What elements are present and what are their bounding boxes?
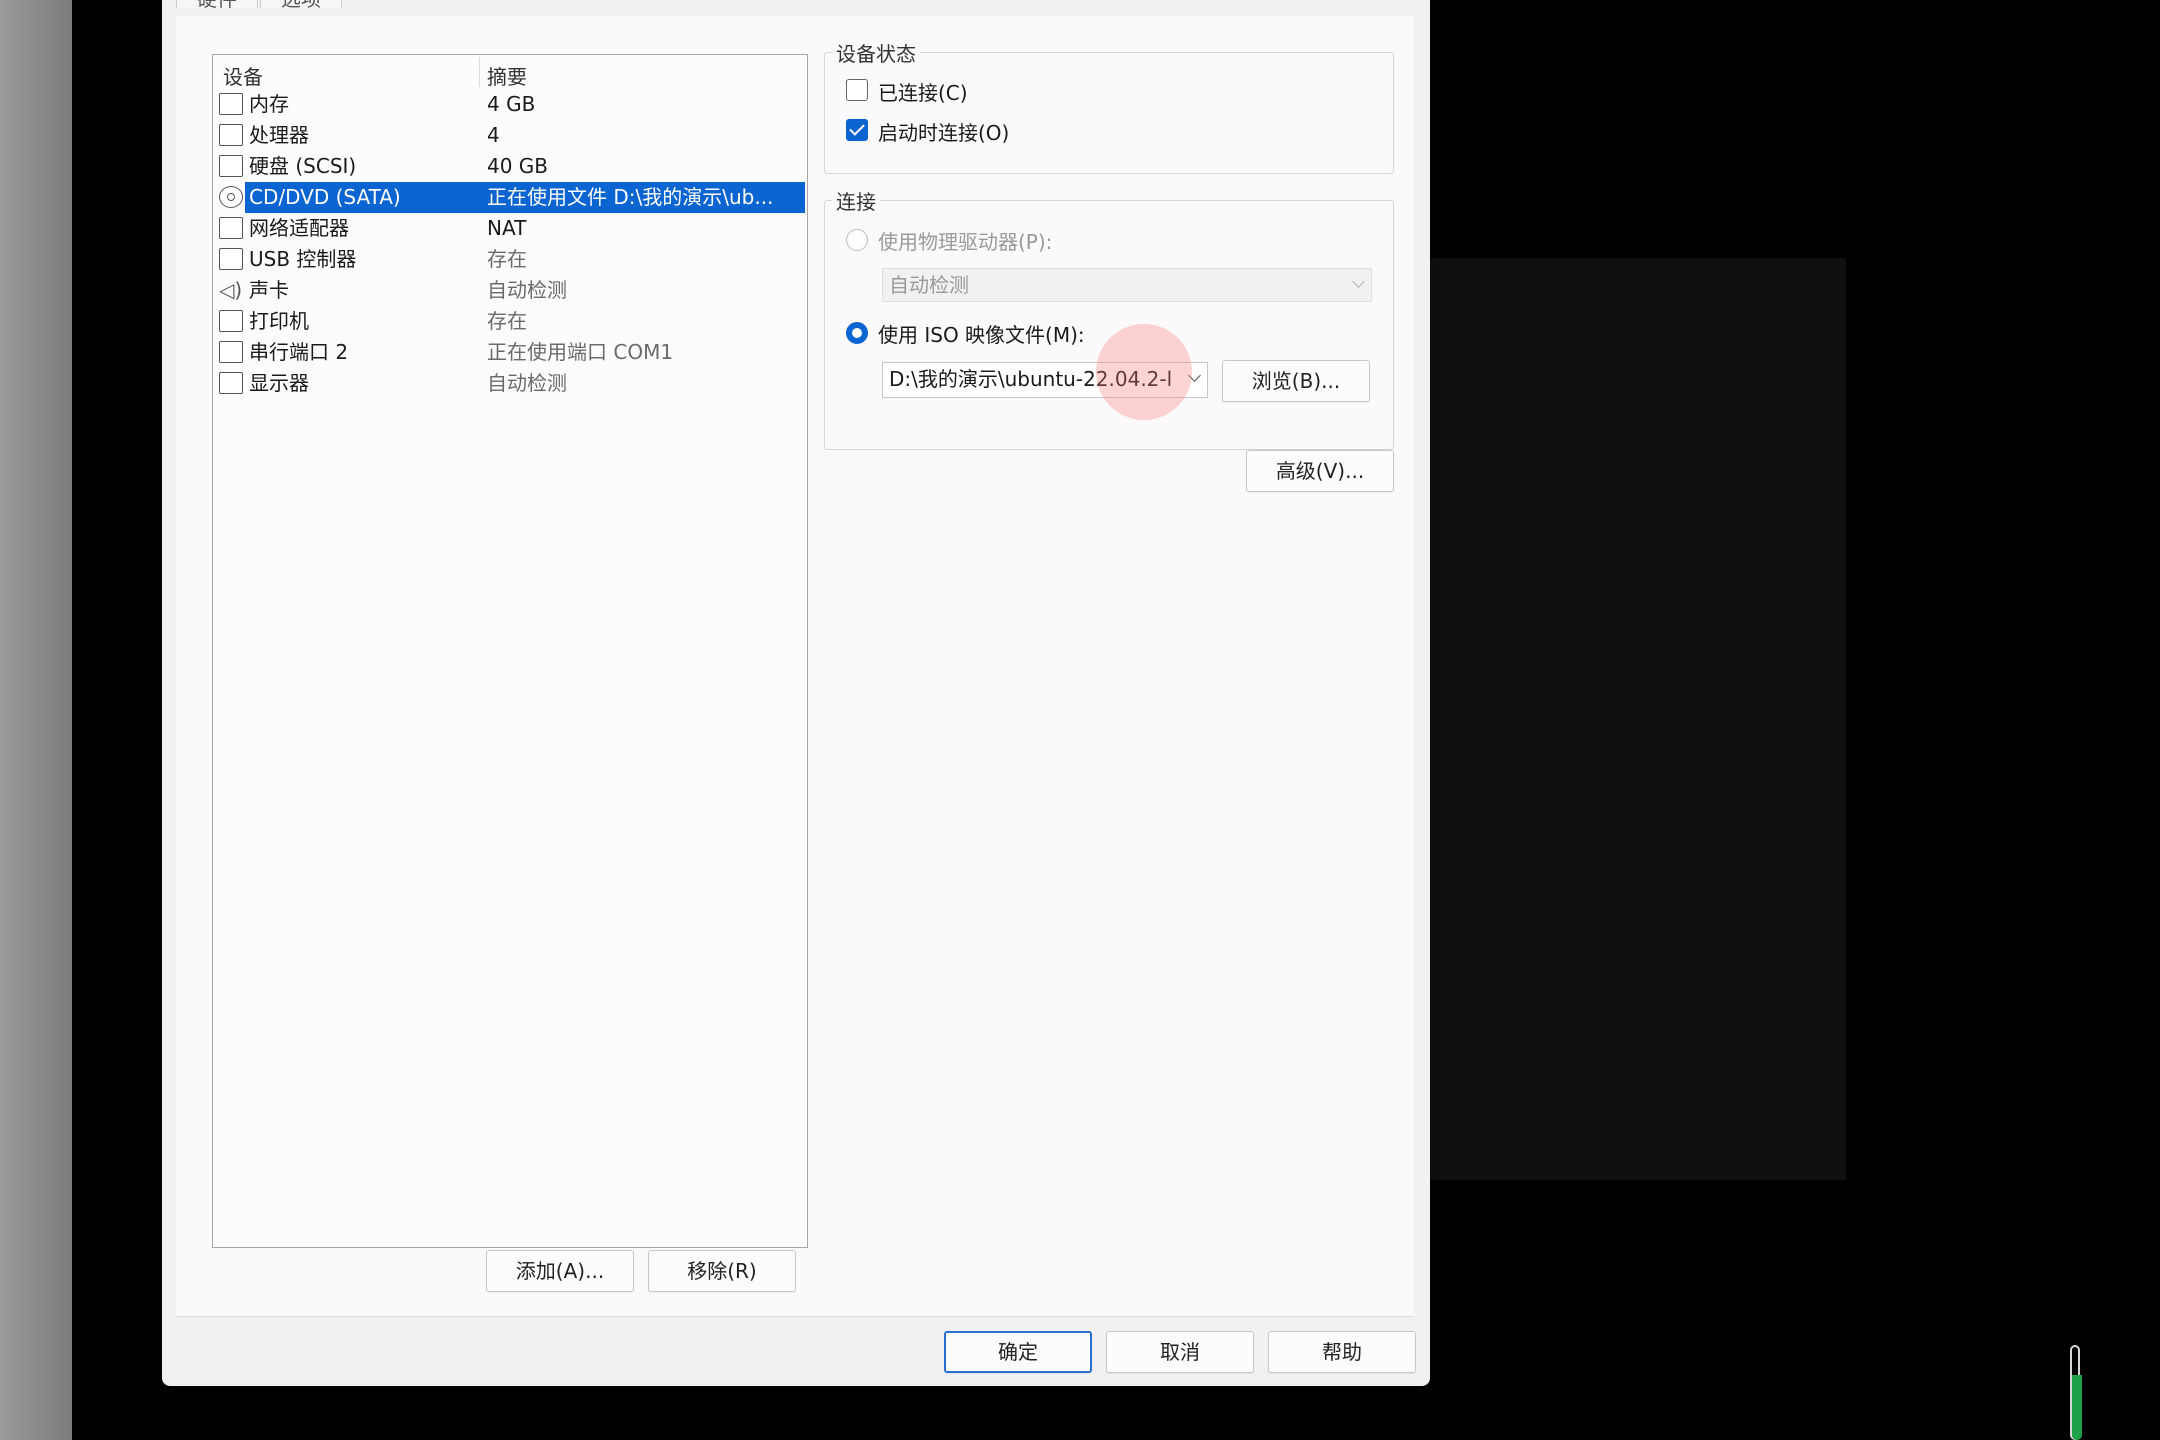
device-name: 串行端口 2	[249, 340, 349, 364]
device-list-header: 设备 摘要	[213, 57, 807, 89]
scroll-indicator	[2070, 1345, 2084, 1440]
sound-card-icon: ◁)	[219, 278, 243, 302]
connection-title: 连接	[832, 186, 880, 215]
column-header-device[interactable]: 设备	[223, 61, 263, 90]
device-status-group	[824, 52, 1394, 174]
advanced-button[interactable]: 高级(V)...	[1246, 450, 1394, 492]
ok-button[interactable]: 确定	[944, 1331, 1092, 1373]
processor-icon	[219, 124, 243, 146]
display-icon	[219, 372, 243, 394]
physical-drive-label[interactable]: 使用物理驱动器(P):	[878, 226, 1052, 255]
device-row-display[interactable]: 显示器 自动检测	[215, 368, 805, 399]
tab-hardware[interactable]: 硬件	[176, 0, 258, 11]
device-name: 打印机	[249, 309, 309, 333]
network-adapter-icon	[219, 217, 243, 239]
physical-drive-value: 自动检测	[889, 273, 969, 297]
device-name: 硬盘 (SCSI)	[249, 154, 357, 178]
usb-controller-icon	[219, 248, 243, 270]
connected-label[interactable]: 已连接(C)	[878, 77, 968, 106]
device-summary: NAT	[487, 216, 527, 240]
add-device-button[interactable]: 添加(A)...	[486, 1250, 634, 1292]
browse-button[interactable]: 浏览(B)...	[1222, 360, 1370, 402]
device-summary: 4	[487, 123, 500, 147]
click-highlight	[1096, 324, 1192, 420]
background-window-edge	[0, 0, 72, 1440]
device-summary: 自动检测	[487, 371, 567, 395]
connect-at-power-on-label[interactable]: 启动时连接(O)	[878, 117, 1009, 146]
help-button[interactable]: 帮助	[1268, 1331, 1416, 1373]
device-name: USB 控制器	[249, 247, 357, 271]
device-summary: 40 GB	[487, 154, 549, 178]
device-row-processor[interactable]: 处理器 4	[215, 120, 805, 151]
device-summary: 存在	[487, 309, 527, 333]
footer-divider	[176, 1316, 1414, 1317]
device-name: 网络适配器	[249, 216, 349, 240]
device-row-cd-dvd[interactable]: CD/DVD (SATA) 正在使用文件 D:\我的演示\ub...	[215, 182, 805, 213]
cancel-button[interactable]: 取消	[1106, 1331, 1254, 1373]
device-row-printer[interactable]: 打印机 存在	[215, 306, 805, 337]
device-row-hard-disk[interactable]: 硬盘 (SCSI) 40 GB	[215, 151, 805, 182]
device-row-network-adapter[interactable]: 网络适配器 NAT	[215, 213, 805, 244]
cd-dvd-icon	[219, 186, 243, 208]
dialog-tabs: 硬件 选项	[176, 0, 344, 12]
physical-drive-radio[interactable]	[846, 229, 868, 251]
device-row-sound-card[interactable]: ◁) 声卡 自动检测	[215, 275, 805, 306]
vm-settings-dialog: 硬件 选项 设备 摘要 内存 4 GB 处理器 4 硬盘 (SCSI)	[162, 0, 1430, 1386]
hard-disk-icon	[219, 155, 243, 177]
device-row-usb-controller[interactable]: USB 控制器 存在	[215, 244, 805, 275]
iso-image-label[interactable]: 使用 ISO 映像文件(M):	[878, 319, 1085, 348]
device-row-serial-port[interactable]: 串行端口 2 正在使用端口 COM1	[215, 337, 805, 368]
connected-checkbox[interactable]	[846, 79, 868, 101]
device-list[interactable]: 设备 摘要 内存 4 GB 处理器 4 硬盘 (SCSI) 40 GB CD/D…	[212, 54, 808, 1248]
printer-icon	[219, 310, 243, 332]
hardware-panel: 设备 摘要 内存 4 GB 处理器 4 硬盘 (SCSI) 40 GB CD/D…	[176, 16, 1414, 1316]
device-row-memory[interactable]: 内存 4 GB	[215, 89, 805, 120]
device-name: 声卡	[249, 278, 289, 302]
serial-port-icon	[219, 341, 243, 363]
chevron-down-icon	[1352, 275, 1365, 288]
device-status-title: 设备状态	[832, 38, 920, 67]
background-panel	[1430, 258, 1846, 1180]
device-summary: 4 GB	[487, 92, 536, 116]
device-summary: 正在使用端口 COM1	[487, 340, 674, 364]
memory-icon	[219, 93, 243, 115]
device-summary: 正在使用文件 D:\我的演示\ub...	[487, 185, 774, 209]
device-summary: 存在	[487, 247, 527, 271]
iso-image-radio[interactable]	[846, 322, 868, 344]
column-separator	[479, 57, 480, 87]
connect-at-power-on-checkbox[interactable]	[846, 119, 868, 141]
tab-options[interactable]: 选项	[260, 0, 342, 11]
device-summary: 自动检测	[487, 278, 567, 302]
remove-device-button[interactable]: 移除(R)	[648, 1250, 796, 1292]
device-name: 内存	[249, 92, 289, 116]
scroll-indicator-fill	[2072, 1375, 2082, 1440]
column-header-summary[interactable]: 摘要	[487, 61, 527, 90]
device-name: 显示器	[249, 371, 309, 395]
physical-drive-select[interactable]: 自动检测	[882, 268, 1372, 302]
device-name: 处理器	[249, 123, 309, 147]
device-name: CD/DVD (SATA)	[249, 185, 401, 209]
